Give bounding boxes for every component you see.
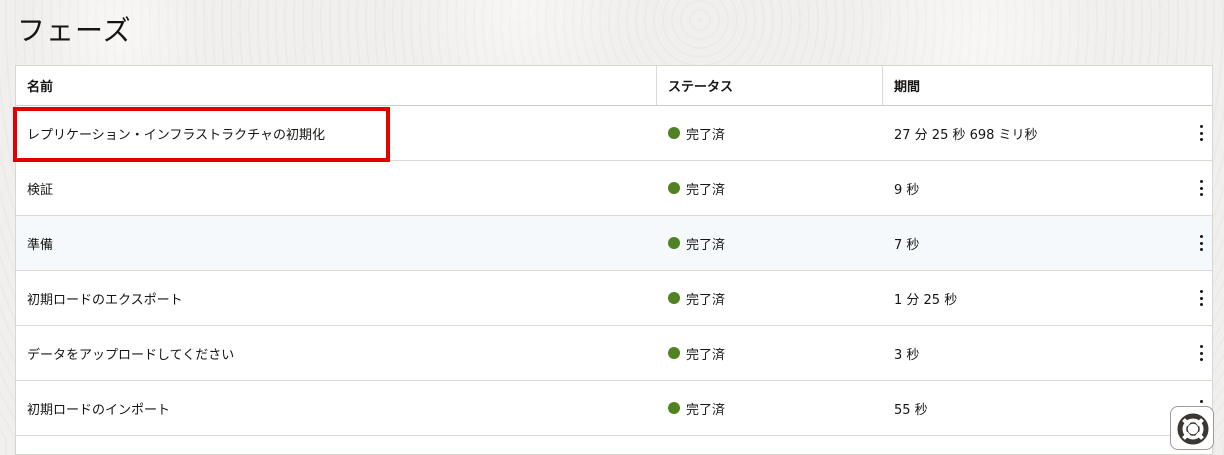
phase-name: レプリケーション・インフラストラクチャの初期化 (27, 127, 325, 143)
phase-duration: 9 秒 (894, 182, 920, 198)
column-header-status[interactable]: ステータス (657, 66, 883, 105)
status-label: 完了済 (686, 237, 726, 253)
status-complete-dot-icon (668, 347, 680, 359)
table-row[interactable]: 検証 完了済 9 秒 (16, 161, 1212, 216)
table-row[interactable]: レプリケーション・インフラストラクチャの初期化 完了済 27 分 25 秒 69… (16, 106, 1212, 161)
phase-status: 完了済 (657, 381, 883, 435)
kebab-menu-icon[interactable] (1196, 180, 1206, 196)
status-complete-dot-icon (668, 182, 680, 194)
phase-name: データをアップロードしてください (27, 347, 235, 363)
table-header-row: 名前 ステータス 期間 (16, 66, 1212, 106)
phase-name: 初期ロードのインポート (27, 402, 171, 418)
kebab-menu-icon[interactable] (1196, 345, 1206, 361)
kebab-menu-icon[interactable] (1196, 235, 1206, 251)
phase-status: 完了済 (657, 106, 883, 160)
status-complete-dot-icon (668, 237, 680, 249)
table-row[interactable]: 初期ロードのエクスポート 完了済 1 分 25 秒 (16, 271, 1212, 326)
table-row[interactable]: 準備 完了済 7 秒 (16, 216, 1212, 271)
phase-status: 完了済 (657, 326, 883, 380)
page-title: フェーズ (17, 14, 132, 47)
status-complete-dot-icon (668, 127, 680, 139)
phase-status: 完了済 (657, 216, 883, 270)
status-complete-dot-icon (668, 292, 680, 304)
kebab-menu-icon[interactable] (1196, 125, 1206, 141)
phase-name: 準備 (27, 237, 54, 253)
phases-table: 名前 ステータス 期間 レプリケーション・インフラストラクチャの初期化 完了済 … (15, 65, 1213, 455)
column-header-duration[interactable]: 期間 (883, 66, 1212, 105)
phase-duration: 7 秒 (894, 237, 920, 253)
phase-name: 検証 (27, 182, 54, 198)
phase-duration: 55 秒 (894, 402, 928, 418)
phase-duration: 3 秒 (894, 347, 920, 363)
phase-status: 完了済 (657, 271, 883, 325)
status-complete-dot-icon (668, 402, 680, 414)
phase-status: 完了済 (657, 161, 883, 215)
status-label: 完了済 (686, 127, 726, 143)
kebab-menu-icon[interactable] (1196, 290, 1206, 306)
column-header-name[interactable]: 名前 (16, 66, 657, 105)
status-label: 完了済 (686, 182, 726, 198)
table-row[interactable]: 初期ロードのインポート 完了済 55 秒 (16, 381, 1212, 436)
table-row[interactable]: データをアップロードしてください 完了済 3 秒 (16, 326, 1212, 381)
phase-duration: 1 分 25 秒 (894, 292, 958, 308)
status-label: 完了済 (686, 292, 726, 308)
phase-duration: 27 分 25 秒 698 ミリ秒 (894, 127, 1038, 143)
help-lifebuoy-icon[interactable] (1170, 406, 1214, 450)
status-label: 完了済 (686, 347, 726, 363)
status-label: 完了済 (686, 402, 726, 418)
phase-name: 初期ロードのエクスポート (27, 292, 183, 308)
